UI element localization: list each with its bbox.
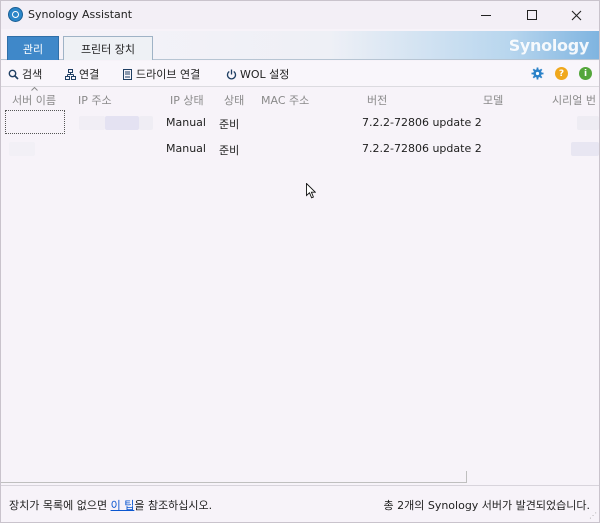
help-icon[interactable]: ?: [555, 67, 568, 80]
sort-ascending-icon: [31, 87, 38, 91]
app-window: Synology Assistant 관리 프린터 장치 Synology 검색…: [0, 0, 600, 523]
maximize-icon: [527, 10, 537, 20]
search-button[interactable]: 검색: [8, 66, 42, 82]
table-row[interactable]: Manual 준비 7.2.2-72806 update 2: [1, 136, 599, 162]
status-device-count: 총 2개의 Synology 서버가 발견되었습니다.: [383, 499, 590, 512]
column-header-status[interactable]: 상태: [224, 92, 244, 108]
cell-version: 7.2.2-72806 update 2: [362, 116, 482, 129]
close-icon: [571, 10, 581, 20]
column-header-serial[interactable]: 시리얼 번: [552, 92, 596, 108]
tab-strip: 관리 프린터 장치 Synology: [1, 31, 599, 60]
status-hint: 장치가 목록에 없으면 이 팁을 참조하십시오.: [9, 497, 212, 513]
table-row[interactable]: Manual 준비 7.2.2-72806 update 2: [1, 110, 599, 136]
tab-manage[interactable]: 관리: [7, 36, 59, 60]
redacted-ip: [105, 116, 139, 130]
map-drive-button[interactable]: 드라이브 연결: [122, 66, 200, 82]
column-header-version[interactable]: 버전: [367, 92, 387, 108]
tab-printer-devices[interactable]: 프린터 장치: [63, 36, 153, 60]
window-title: Synology Assistant: [28, 8, 133, 21]
power-icon: [226, 69, 237, 79]
redacted-serial: [571, 142, 599, 156]
wol-settings-label: WOL 설정: [240, 68, 290, 81]
table-header: 서버 이름 IP 주소 IP 상태 상태 MAC 주소 버전 모델 시리얼 번: [1, 88, 599, 110]
cell-ip-status: Manual: [166, 116, 206, 129]
search-icon: [8, 69, 19, 80]
cell-version: 7.2.2-72806 update 2: [362, 142, 482, 155]
horizontal-scrollbar[interactable]: [1, 469, 599, 483]
column-header-server-name[interactable]: 서버 이름: [12, 92, 56, 108]
info-icon[interactable]: i: [579, 67, 592, 80]
redacted-ip: [79, 116, 105, 130]
connect-button[interactable]: 연결: [65, 66, 99, 82]
scrollbar-thumb[interactable]: [1, 471, 467, 483]
column-header-ip[interactable]: IP 주소: [78, 92, 112, 108]
mouse-cursor-icon: [306, 183, 316, 199]
cell-ip-status: Manual: [166, 142, 206, 155]
synology-logo: Synology: [508, 36, 590, 55]
status-bar: 장치가 목록에 없으면 이 팁을 참조하십시오. 총 2개의 Synology …: [1, 485, 599, 522]
minimize-icon: [481, 14, 491, 16]
column-header-model[interactable]: 모델: [483, 92, 503, 108]
column-header-ip-status[interactable]: IP 상태: [170, 92, 204, 108]
redacted-serial: [577, 116, 599, 130]
redacted-server-name: [9, 142, 35, 156]
minimize-button[interactable]: [463, 1, 509, 29]
resize-grip-icon[interactable]: ⋰: [589, 511, 597, 520]
drive-icon: [123, 68, 132, 80]
column-header-mac[interactable]: MAC 주소: [261, 92, 309, 108]
cell-status: 준비: [219, 144, 240, 157]
toolbar: 검색 연결 드라이브 연결 WOL 설정: [1, 61, 599, 87]
row-focus-indicator: [5, 110, 65, 134]
search-label: 검색: [22, 68, 43, 81]
tip-link[interactable]: 이 팁: [111, 499, 135, 512]
device-list: Manual 준비 7.2.2-72806 update 2 Manual 준비…: [1, 110, 599, 468]
title-bar: Synology Assistant: [1, 1, 599, 29]
status-hint-suffix: 을 참조하십시오.: [134, 499, 213, 512]
maximize-button[interactable]: [509, 1, 555, 29]
network-icon: [65, 68, 76, 80]
synology-assistant-icon: [8, 7, 23, 22]
gear-icon[interactable]: [531, 67, 544, 80]
status-hint-prefix: 장치가 목록에 없으면: [9, 499, 111, 512]
map-drive-label: 드라이브 연결: [136, 68, 201, 81]
connect-label: 연결: [79, 68, 100, 81]
cell-status: 준비: [219, 118, 240, 131]
wol-settings-button[interactable]: WOL 설정: [226, 66, 289, 82]
redacted-ip: [139, 116, 153, 130]
close-button[interactable]: [553, 1, 599, 29]
